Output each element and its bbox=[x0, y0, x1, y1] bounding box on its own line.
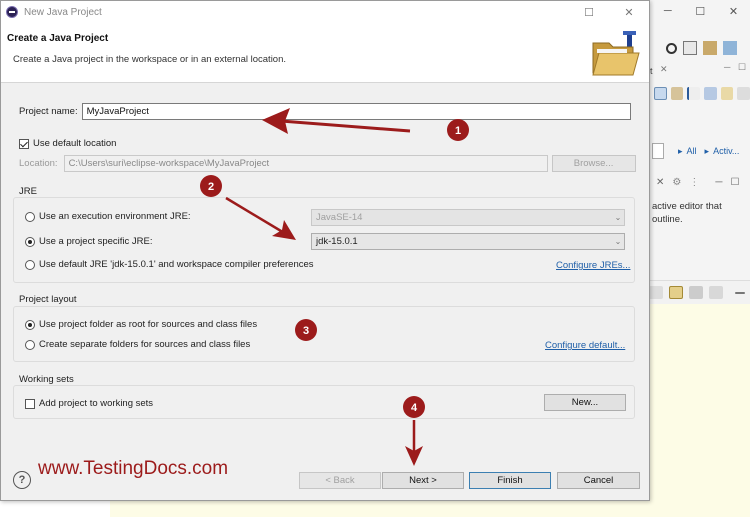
eclipse-app-icon bbox=[6, 6, 18, 18]
watermark-text: www.TestingDocs.com bbox=[38, 458, 229, 479]
view-maximize-icon[interactable]: ☐ bbox=[738, 62, 746, 73]
help-icon[interactable]: ? bbox=[13, 471, 31, 489]
chevron-down-icon: ⌄ bbox=[614, 213, 622, 222]
outline-close-icon[interactable]: ✕ bbox=[656, 177, 664, 188]
ide-view-tab[interactable]: t ✕ ─ ☐ bbox=[650, 62, 750, 80]
ide-view-toolbar bbox=[652, 84, 750, 102]
view-menu-icon[interactable] bbox=[737, 86, 750, 100]
new-working-set-button[interactable]: New... bbox=[544, 394, 626, 411]
project-jre-combo[interactable]: jdk-15.0.1 ⌄ bbox=[311, 233, 625, 250]
wizard-title: Create a Java Project bbox=[7, 33, 109, 44]
focus-icon[interactable] bbox=[720, 86, 734, 100]
jre-default-label: Use default JRE 'jdk-15.0.1' and workspa… bbox=[39, 259, 314, 270]
use-default-location-label: Use default location bbox=[33, 138, 117, 149]
package-icon[interactable] bbox=[669, 286, 683, 299]
configure-jres-link[interactable]: Configure JREs... bbox=[556, 260, 630, 271]
ide-maximize-icon[interactable]: ☐ bbox=[695, 5, 705, 18]
outline-minimize-icon[interactable]: ─ bbox=[715, 177, 722, 188]
working-sets-group-title: Working sets bbox=[19, 374, 74, 385]
add-to-working-sets-label: Add project to working sets bbox=[39, 398, 154, 409]
link-icon[interactable] bbox=[670, 86, 684, 100]
ide-window-controls: ─ ☐ ✕ bbox=[652, 0, 750, 22]
java-perspective-icon[interactable] bbox=[703, 41, 717, 55]
filter-icon[interactable] bbox=[687, 86, 701, 100]
wizard-description: Create a Java project in the workspace o… bbox=[13, 54, 287, 65]
debug-perspective-icon[interactable] bbox=[723, 41, 737, 55]
jre-project-specific-radio[interactable] bbox=[25, 236, 35, 247]
use-default-location-checkbox[interactable] bbox=[19, 138, 29, 149]
project-name-label: Project name: bbox=[19, 106, 78, 117]
refresh-icon[interactable] bbox=[709, 286, 723, 299]
cancel-button[interactable]: Cancel bbox=[557, 472, 640, 489]
chevron-down-icon: ⌄ bbox=[614, 237, 622, 246]
layout-project-root-radio[interactable] bbox=[25, 319, 35, 330]
location-input[interactable] bbox=[63, 155, 548, 172]
layout-separate-folders-radio[interactable] bbox=[25, 339, 35, 350]
open-perspective-icon[interactable] bbox=[683, 41, 697, 55]
new-java-project-dialog: New Java Project ☐ ✕ Create a Java Proje… bbox=[0, 0, 650, 501]
view-minimize-icon[interactable]: ─ bbox=[724, 62, 730, 72]
execution-env-value: JavaSE-14 bbox=[316, 212, 363, 223]
layout-separate-folders-label: Create separate folders for sources and … bbox=[39, 339, 251, 350]
browse-button[interactable]: Browse... bbox=[551, 155, 636, 172]
outline-tool-icon[interactable]: ⚙ bbox=[672, 177, 681, 188]
jre-execution-env-label: Use an execution environment JRE: bbox=[39, 211, 191, 222]
outline-sort-icon[interactable]: ⋮ bbox=[689, 177, 699, 188]
search-icon[interactable] bbox=[666, 42, 677, 54]
execution-env-combo[interactable]: JavaSE-14 ⌄ bbox=[311, 209, 625, 226]
configure-default-link[interactable]: Configure default... bbox=[545, 340, 625, 351]
lower-minimize-icon[interactable] bbox=[735, 291, 745, 294]
back-nav-icon[interactable] bbox=[649, 286, 663, 299]
ide-toolbar bbox=[652, 36, 750, 60]
project-name-input[interactable] bbox=[81, 103, 631, 120]
outline-message: active editor that outline. bbox=[652, 201, 722, 225]
next-button[interactable]: Next > bbox=[382, 472, 464, 489]
minimize-icon[interactable]: ☐ bbox=[569, 6, 609, 19]
back-button[interactable]: < Back bbox=[299, 472, 381, 489]
project-jre-value: jdk-15.0.1 bbox=[316, 236, 358, 247]
ide-minimize-icon[interactable]: ─ bbox=[664, 5, 672, 17]
filter-active-link[interactable]: Activ... bbox=[713, 146, 739, 156]
add-to-working-sets-checkbox[interactable] bbox=[25, 398, 35, 409]
ide-lower-toolbar bbox=[645, 280, 750, 304]
filter-all-link[interactable]: All bbox=[687, 146, 697, 156]
view-close-icon[interactable]: ✕ bbox=[660, 64, 668, 75]
project-layout-group bbox=[13, 306, 635, 362]
ide-filter-row: ▸ All ▸ Activ... bbox=[652, 142, 750, 160]
location-label: Location: bbox=[19, 158, 58, 169]
outline-maximize-icon[interactable]: ☐ bbox=[730, 177, 739, 188]
close-icon[interactable]: ✕ bbox=[609, 6, 649, 19]
dialog-title: New Java Project bbox=[24, 6, 102, 18]
ide-close-icon[interactable]: ✕ bbox=[729, 5, 738, 18]
sort-icon[interactable] bbox=[704, 86, 717, 100]
jre-group-title: JRE bbox=[19, 186, 37, 197]
project-layout-group-title: Project layout bbox=[19, 294, 77, 305]
jre-execution-env-radio[interactable] bbox=[25, 211, 35, 222]
jre-default-radio[interactable] bbox=[25, 259, 35, 270]
hierarchy-icon[interactable] bbox=[654, 86, 667, 100]
dialog-titlebar: New Java Project ☐ ✕ bbox=[1, 1, 649, 23]
finish-button[interactable]: Finish bbox=[469, 472, 551, 489]
folder-wizard-icon bbox=[592, 31, 640, 76]
layout-project-root-label: Use project folder as root for sources a… bbox=[39, 319, 258, 330]
jre-project-specific-label: Use a project specific JRE: bbox=[39, 236, 153, 247]
outline-view-toolbar: ✕ ⚙ ⋮ ─ ☐ bbox=[652, 172, 750, 192]
filter-input[interactable] bbox=[652, 143, 664, 159]
wizard-banner: Create a Java Project Create a Java proj… bbox=[1, 23, 649, 83]
copy-icon[interactable] bbox=[689, 286, 703, 299]
